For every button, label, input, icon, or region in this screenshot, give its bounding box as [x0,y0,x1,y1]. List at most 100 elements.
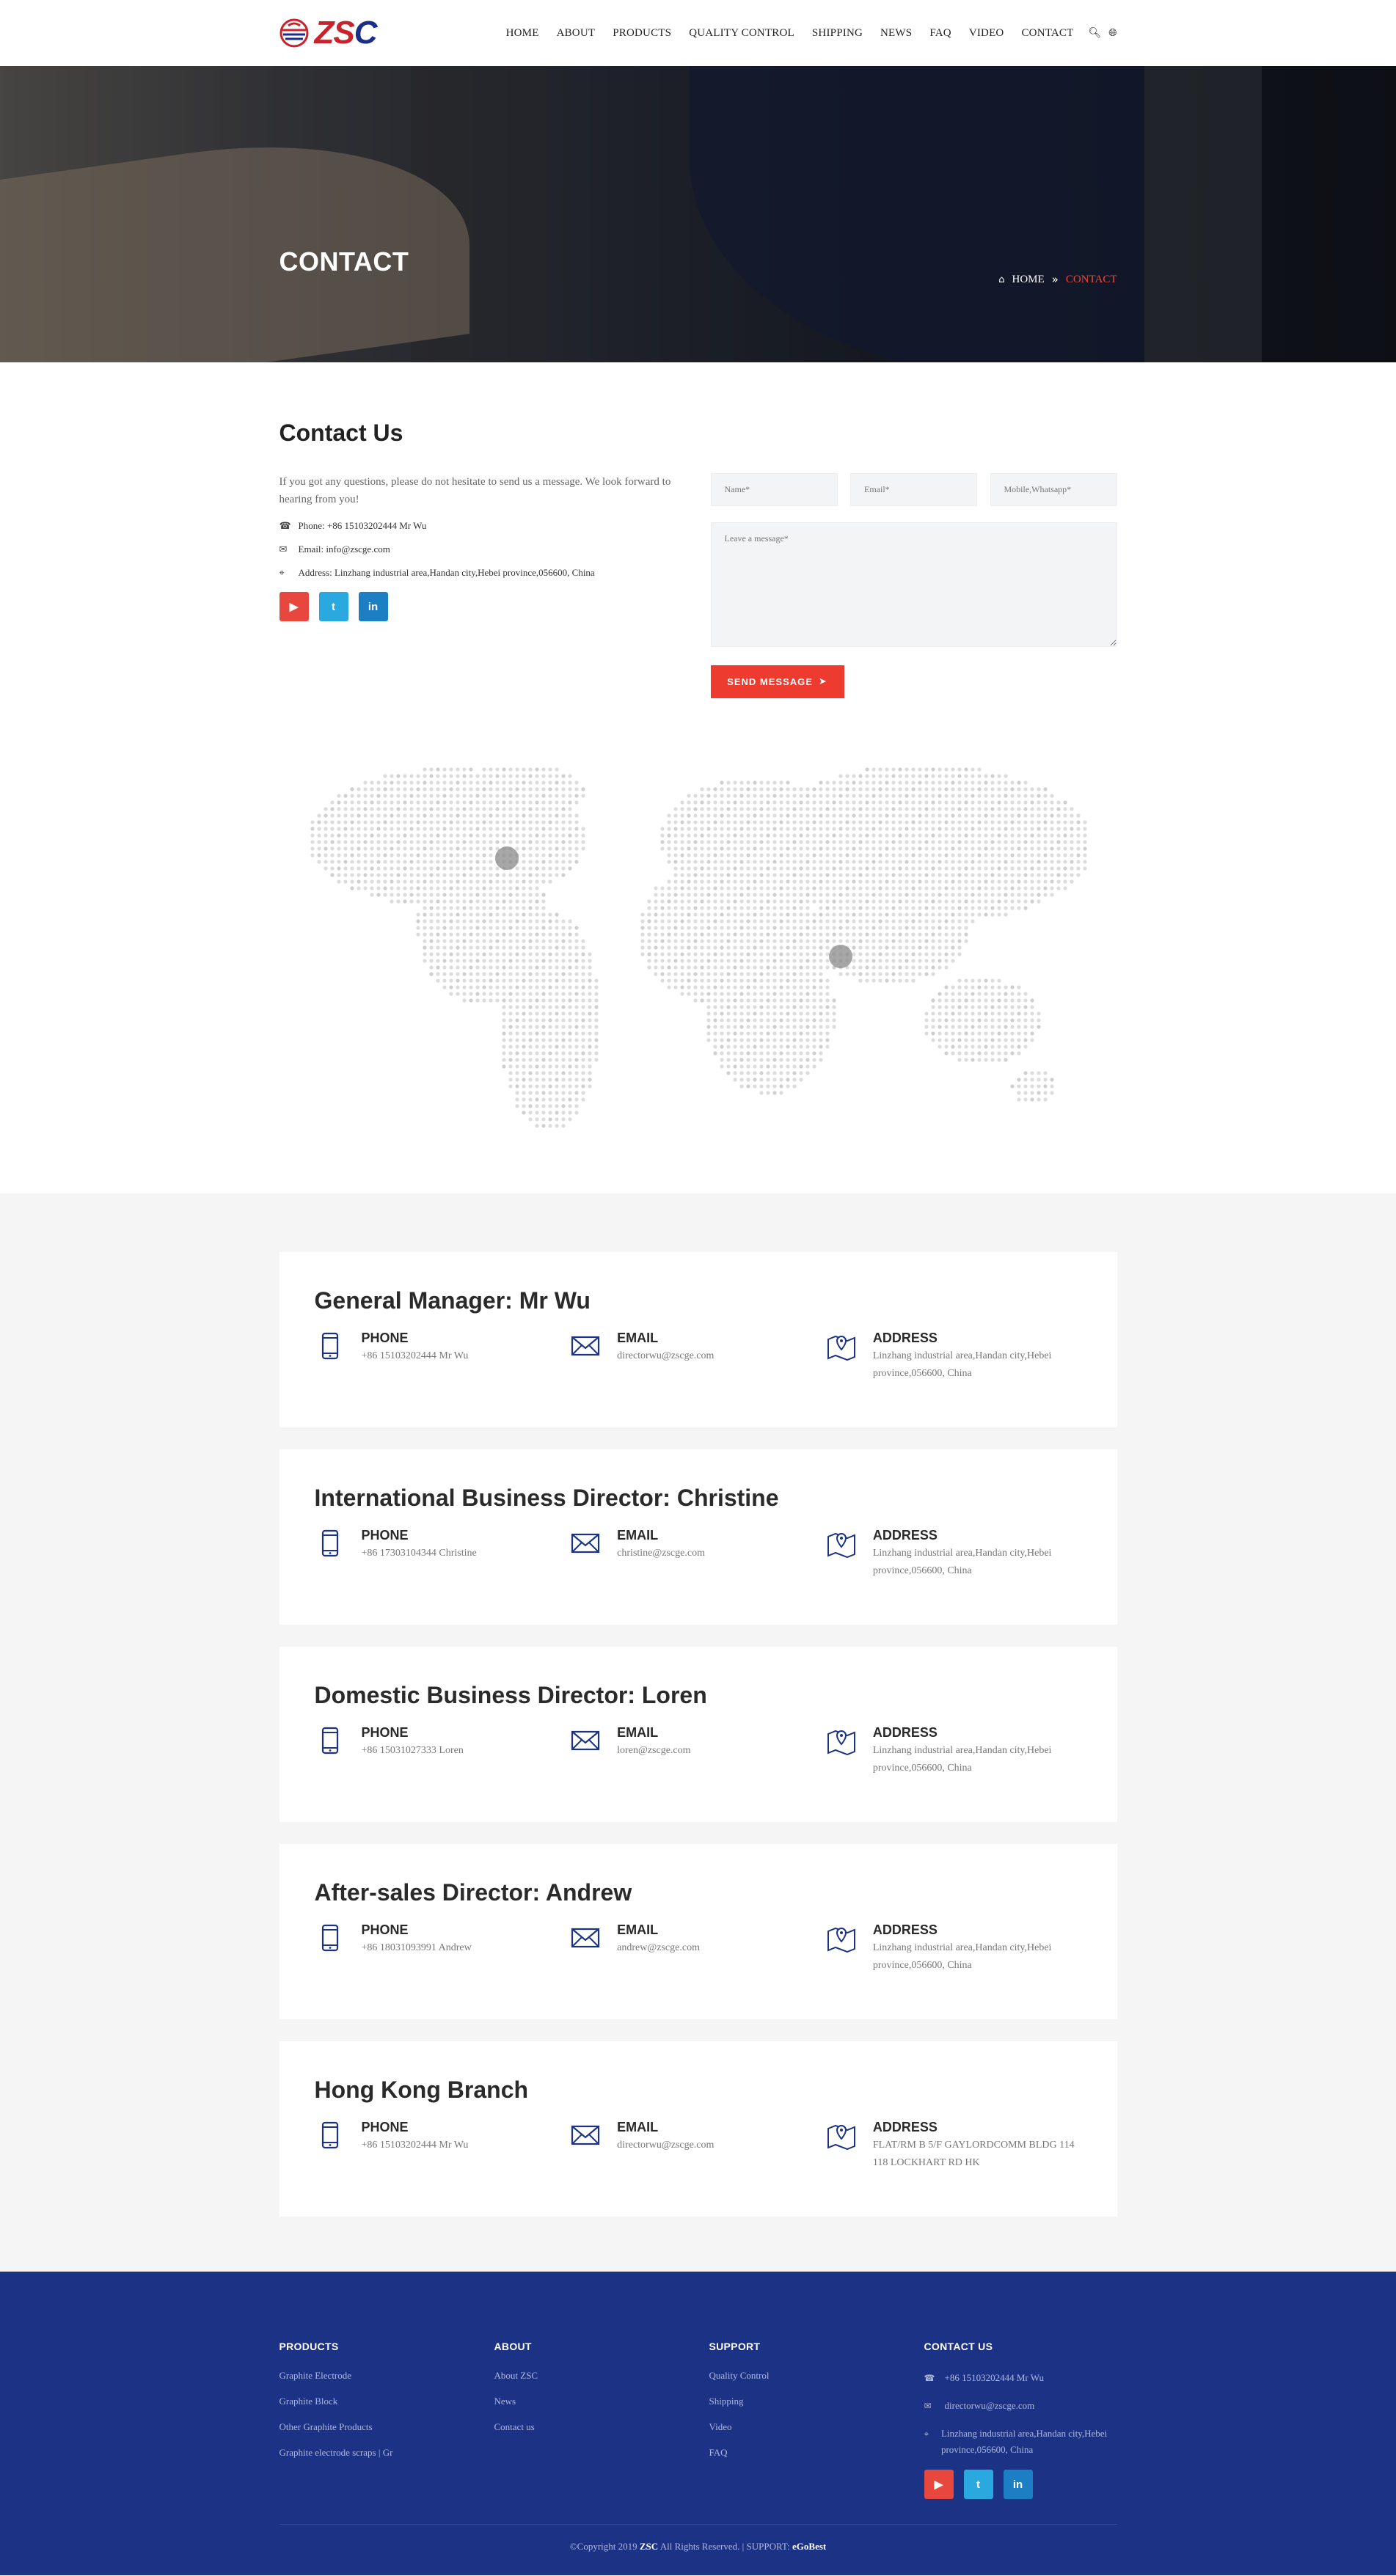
nav-shipping[interactable]: SHIPPING [803,27,871,40]
twitter-icon[interactable]: t [963,2470,993,2499]
footer-link[interactable]: News [494,2396,709,2407]
footer-address: Linzhang industrial area,Handan city,Heb… [940,2428,1108,2455]
contact-form: SEND MESSAGE ➤ [710,473,1117,698]
paper-plane-icon: ➤ [818,676,827,687]
phone-label: PHONE [361,1725,409,1740]
footer-products: PRODUCTS Graphite Electrode Graphite Blo… [279,2341,494,2499]
nav-about[interactable]: ABOUT [548,27,604,40]
logo-globe-icon [279,18,308,48]
home-icon: ⌂ [998,274,1005,285]
contact-email: ✉ Email: info@zscge.com [279,544,672,555]
contact-intro: If you got any questions, please do not … [279,476,671,505]
nav-home[interactable]: HOME [497,27,548,40]
phone-icon [321,1332,338,1360]
breadcrumb-home[interactable]: HOME [1012,274,1045,286]
youtube-icon[interactable]: ▶ [924,2470,954,2499]
footer-support: SUPPORT Quality Control Shipping Video F… [709,2341,924,2499]
footer-contact: CONTACT US ☎ +86 15103202444 Mr Wu ✉ direc… [924,2341,1117,2499]
phone-icon: ☎ [924,2373,935,2383]
phone-label: PHONE [361,2120,409,2134]
footer-email[interactable]: directorwu@zscge.com [945,2398,1035,2414]
support-link[interactable]: eGoBest [792,2541,826,2552]
email-input[interactable] [850,473,977,506]
mobile-input[interactable] [990,473,1117,506]
message-textarea[interactable] [710,522,1117,647]
phone-label: PHONE [361,1528,409,1543]
email-value[interactable]: christine@zscge.com [617,1545,705,1562]
footer-contact-heading: CONTACT US [924,2341,993,2352]
breadcrumb-current: CONTACT [1065,273,1117,285]
envelope-icon [571,1336,600,1356]
footer-support-heading: SUPPORT [709,2341,761,2352]
footer-link[interactable]: About ZSC [494,2370,709,2382]
search-icon[interactable]: 🔍︎ [1089,27,1102,39]
send-message-label: SEND MESSAGE [727,676,813,687]
map-marker-icon [827,1335,855,1361]
linkedin-icon[interactable]: in [1003,2470,1033,2499]
address-label: ADDRESS [872,2120,938,2134]
team-card: General Manager: Mr Wu PHONE +86 15103202… [279,1252,1117,1427]
phone-value: +86 15103202444 Mr Wu [361,2140,469,2151]
footer-link[interactable]: Graphite electrode scraps | Gr [279,2447,494,2459]
footer-link[interactable]: Other Graphite Products [279,2421,494,2433]
phone-value: +86 15103202444 Mr Wu [361,1350,469,1361]
team-card-title: Hong Kong Branch [314,2076,529,2103]
email-label: EMAIL [617,1331,659,1345]
phone-value: +86 17303104344 Christine [361,1548,477,1559]
nav-contact[interactable]: CONTACT [1012,27,1082,40]
footer-link[interactable]: Video [709,2421,924,2433]
footer-link[interactable]: Graphite Electrode [279,2370,494,2382]
name-input[interactable] [710,473,838,506]
nav-video[interactable]: VIDEO [960,27,1013,40]
logo[interactable]: ZSC [279,15,378,51]
map-marker-icon: ⌖ [924,2429,929,2439]
envelope-icon [571,1533,600,1554]
email-value[interactable]: directorwu@zscge.com [617,1347,714,1365]
email-value[interactable]: loren@zscge.com [617,1742,690,1760]
email-label: EMAIL [617,2120,659,2134]
contact-phone: ☎ Phone: +86 15103202444 Mr Wu [279,520,672,532]
youtube-icon[interactable]: ▶ [279,592,309,621]
send-message-button[interactable]: SEND MESSAGE ➤ [710,665,844,698]
twitter-icon[interactable]: t [318,592,348,621]
phone-label: PHONE [361,1331,409,1345]
phone-value: +86 15031027333 Loren [361,1745,464,1756]
copyright-brand: ZSC [639,2541,659,2552]
address-value: Linzhang industrial area,Handan city,Heb… [872,1350,1052,1379]
address-value: Linzhang industrial area,Handan city,Heb… [872,1942,1052,1971]
nav-news[interactable]: NEWS [871,27,921,40]
phone-icon: ☎ [279,520,291,532]
envelope-icon: ✉ [279,544,288,555]
logo-text: ZSC [314,15,378,51]
team-section: General Manager: Mr Wu PHONE +86 15103202… [0,1193,1396,2272]
breadcrumb: ⌂ HOME » CONTACT [998,273,1117,286]
team-card-title: General Manager: Mr Wu [314,1287,591,1314]
email-label: EMAIL [617,1725,659,1740]
site-footer: PRODUCTS Graphite Electrode Graphite Blo… [0,2272,1396,2575]
phone-value: +86 18031093991 Andrew [361,1942,472,1953]
footer-link[interactable]: Shipping [709,2396,924,2407]
footer-link[interactable]: FAQ [709,2447,924,2459]
email-label: EMAIL [617,1528,659,1543]
footer-link[interactable]: Quality Control [709,2370,924,2382]
address-label: ADDRESS [872,1331,938,1345]
map-location-marker [494,846,519,870]
footer-link[interactable]: Graphite Block [279,2396,494,2407]
team-card-title: International Business Director: Christi… [314,1485,779,1511]
address-label: ADDRESS [872,1922,938,1937]
banner-title: CONTACT [279,246,409,277]
globe-icon[interactable]: 🌐︎ [1108,27,1117,39]
nav-products[interactable]: PRODUCTS [604,27,680,40]
footer-about-heading: ABOUT [494,2341,532,2352]
nav-faq[interactable]: FAQ [921,27,960,40]
nav-quality-control[interactable]: QUALITY CONTROL [680,27,803,40]
contact-phone-text: Phone: +86 15103202444 Mr Wu [298,520,427,531]
phone-icon [321,2121,338,2149]
phone-label: PHONE [361,1922,409,1937]
footer-link[interactable]: Contact us [494,2421,709,2433]
address-value: Linzhang industrial area,Handan city,Heb… [872,1548,1052,1576]
social-links: ▶ t in [279,592,672,621]
linkedin-icon[interactable]: in [358,592,388,621]
email-value[interactable]: andrew@zscge.com [617,1939,700,1957]
email-value[interactable]: directorwu@zscge.com [617,2137,714,2154]
